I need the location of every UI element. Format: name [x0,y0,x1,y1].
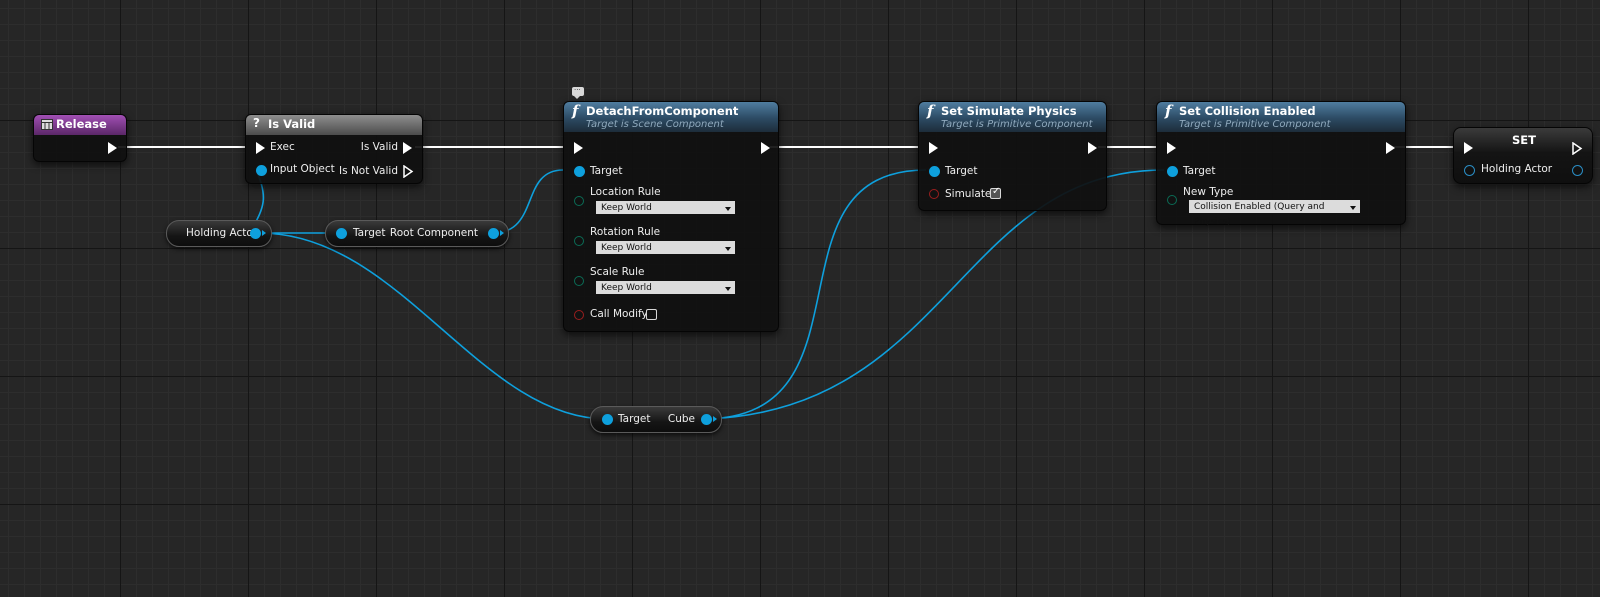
comment-bubble-icon[interactable]: ··· [572,87,584,99]
call-modify-label: Call Modify [590,308,648,320]
is-valid-node-title: Is Valid [268,117,316,131]
set-holding-actor-node[interactable]: SET Holding Actor [1453,127,1593,184]
function-icon: f [927,102,934,120]
set-holding-actor-in-pin[interactable] [1464,165,1475,176]
root-component-getter[interactable]: Target Root Component [325,220,509,247]
root-component-out-pin[interactable] [488,228,499,239]
location-rule-dropdown[interactable]: Keep World [595,200,736,215]
collision-exec-in-pin[interactable] [1167,142,1176,154]
function-icon: f [572,102,579,120]
simulate-target-label: Target [945,165,978,177]
is-valid-out-pin[interactable] [403,142,412,154]
simulate-checkbox[interactable]: ✓ [990,186,1001,199]
detach-exec-out-pin[interactable] [761,142,770,154]
simulate-exec-out-pin[interactable] [1088,142,1097,154]
is-valid-exec-label: Exec [270,141,295,153]
cube-out-pin[interactable] [701,414,712,425]
detach-from-component-node[interactable]: f DetachFromComponent Target is Scene Co… [563,101,779,332]
simulate-target-pin[interactable] [929,166,940,177]
rotation-rule-label: Rotation Rule [590,226,661,238]
release-node-title: Release [56,117,107,131]
is-valid-node[interactable]: ? Is Valid Exec Is Valid Input Object Is… [245,114,423,184]
root-component-label: Root Component [389,227,478,239]
cube-target-label: Target [618,413,651,425]
simulate-exec-in-pin[interactable] [929,142,938,154]
set-exec-out-pin[interactable] [1572,141,1583,158]
chevron-down-icon [725,207,731,211]
rotation-rule-dropdown[interactable]: Keep World [595,240,736,255]
detach-node-title: DetachFromComponent [586,104,739,118]
root-target-pin[interactable] [336,228,347,239]
detach-exec-in-pin[interactable] [574,142,583,154]
set-node-title: SET [1512,133,1536,147]
collision-node-header: f Set Collision Enabled Target is Primit… [1157,102,1405,132]
function-icon: f [1165,102,1172,120]
collision-exec-out-pin[interactable] [1386,142,1395,154]
checkmark-icon: ✓ [992,186,1001,197]
scale-rule-pin[interactable] [574,276,584,286]
simulate-node-title: Set Simulate Physics [941,104,1077,118]
collision-node-subtitle: Target is Primitive Component [1179,119,1331,130]
collision-target-pin[interactable] [1167,166,1178,177]
holding-actor-getter-arrow [262,230,266,236]
simulate-bool-pin[interactable] [929,189,939,199]
cube-output-label: Cube [667,413,695,425]
release-node-header: Release [34,115,126,135]
chevron-down-icon [725,247,731,251]
location-rule-pin[interactable] [574,196,584,206]
root-target-label: Target [353,227,386,239]
scale-rule-value: Keep World [601,283,652,293]
location-rule-value: Keep World [601,203,652,213]
release-event-node[interactable]: Release [33,114,127,162]
chevron-down-icon [725,287,731,291]
detach-target-pin[interactable] [574,166,585,177]
simulate-node-subtitle: Target is Primitive Component [941,119,1093,130]
wire-layer [118,146,1460,420]
new-type-dropdown[interactable]: Collision Enabled (Query and Physics) [1188,199,1361,227]
call-modify-checkbox[interactable] [646,309,657,320]
simulate-node-header: f Set Simulate Physics Target is Primiti… [919,102,1106,132]
scale-rule-label: Scale Rule [590,266,645,278]
set-holding-actor-out-pin[interactable] [1572,165,1583,176]
detach-target-label: Target [590,165,623,177]
cube-getter[interactable]: Target Cube [590,406,722,433]
input-object-pin[interactable] [256,165,267,176]
call-modify-pin[interactable] [574,310,584,320]
is-valid-out-label: Is Valid [360,141,398,153]
location-rule-label: Location Rule [590,186,661,198]
set-simulate-physics-node[interactable]: f Set Simulate Physics Target is Primiti… [918,101,1107,211]
holding-actor-getter-label: Holding Actor [186,227,258,239]
is-not-valid-pin[interactable] [403,164,414,181]
set-holding-actor-label: Holding Actor [1481,163,1553,175]
question-icon: ? [253,116,260,130]
new-type-label: New Type [1183,186,1234,198]
chevron-down-icon [1350,206,1356,210]
new-type-value: Collision Enabled (Query and Physics) [1194,202,1325,227]
new-type-pin[interactable] [1167,195,1177,205]
set-exec-in-pin[interactable] [1464,142,1473,154]
scale-rule-dropdown[interactable]: Keep World [595,280,736,295]
simulate-label: Simulate [945,188,992,200]
object-wire-holding-to-cubeget [259,232,608,420]
is-not-valid-label: Is Not Valid [339,165,398,177]
rotation-rule-pin[interactable] [574,236,584,246]
detach-node-subtitle: Target is Scene Component [586,119,724,130]
release-exec-out-pin[interactable] [108,142,117,154]
cube-out-arrow [713,416,717,422]
is-valid-node-header: ? Is Valid [246,115,422,135]
root-component-out-arrow [500,230,504,236]
rotation-rule-value: Keep World [601,243,652,253]
collision-target-label: Target [1183,165,1216,177]
detach-node-header: f DetachFromComponent Target is Scene Co… [564,102,778,132]
cube-target-pin[interactable] [602,414,613,425]
holding-actor-getter[interactable]: Holding Actor [166,220,272,247]
input-object-label: Input Object [270,163,335,175]
is-valid-exec-in-pin[interactable] [256,142,265,154]
collision-node-title: Set Collision Enabled [1179,104,1316,118]
set-collision-enabled-node[interactable]: f Set Collision Enabled Target is Primit… [1156,101,1406,227]
event-icon [41,119,53,133]
holding-actor-getter-pin[interactable] [250,228,261,239]
